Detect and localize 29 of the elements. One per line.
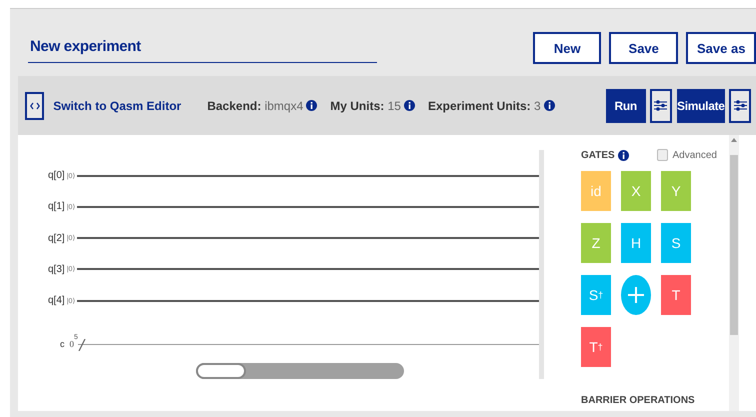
gates-heading: GATES: [581, 150, 615, 160]
gate-tile[interactable]: H: [621, 223, 651, 263]
qubit-label: q[4]: [48, 295, 65, 306]
gate-tile[interactable]: id: [581, 171, 611, 211]
switch-editor-link[interactable]: Switch to Qasm Editor: [53, 98, 182, 112]
experiment-title[interactable]: New experiment: [28, 32, 378, 63]
gate-tile[interactable]: S: [661, 223, 691, 263]
gate-tile[interactable]: T$^{†}$: [581, 327, 611, 367]
qubit-label: q[0]: [48, 170, 65, 182]
header-button[interactable]: Save: [608, 32, 678, 64]
qubit-label: q[1]: [48, 201, 65, 212]
qubit-label: q[2]: [48, 232, 65, 244]
gate-tile[interactable]: Z: [581, 223, 611, 263]
info-label: Backend: ibmqx4: [207, 98, 318, 112]
header-button[interactable]: New: [533, 32, 601, 64]
section-heading: BARRIER OPERATIONS: [581, 395, 696, 406]
info-label: My Units: 15: [330, 98, 415, 112]
info-label: Experiment Units: 3: [428, 98, 555, 112]
gate-tile[interactable]: S$^{†}$: [581, 275, 611, 315]
run-button[interactable]: Run: [606, 88, 646, 122]
register-label: c: [60, 338, 64, 349]
header-button[interactable]: Save as: [686, 32, 756, 64]
gate-tile[interactable]: Y: [661, 171, 691, 211]
qubit-label: q[3]: [48, 264, 65, 275]
register-index: 0: [70, 338, 74, 349]
simulate-button[interactable]: Simulate: [676, 88, 726, 122]
gate-tile[interactable]: X: [621, 171, 651, 211]
gate-tile[interactable]: T: [661, 275, 691, 315]
advanced-label: Advanced: [672, 150, 717, 160]
